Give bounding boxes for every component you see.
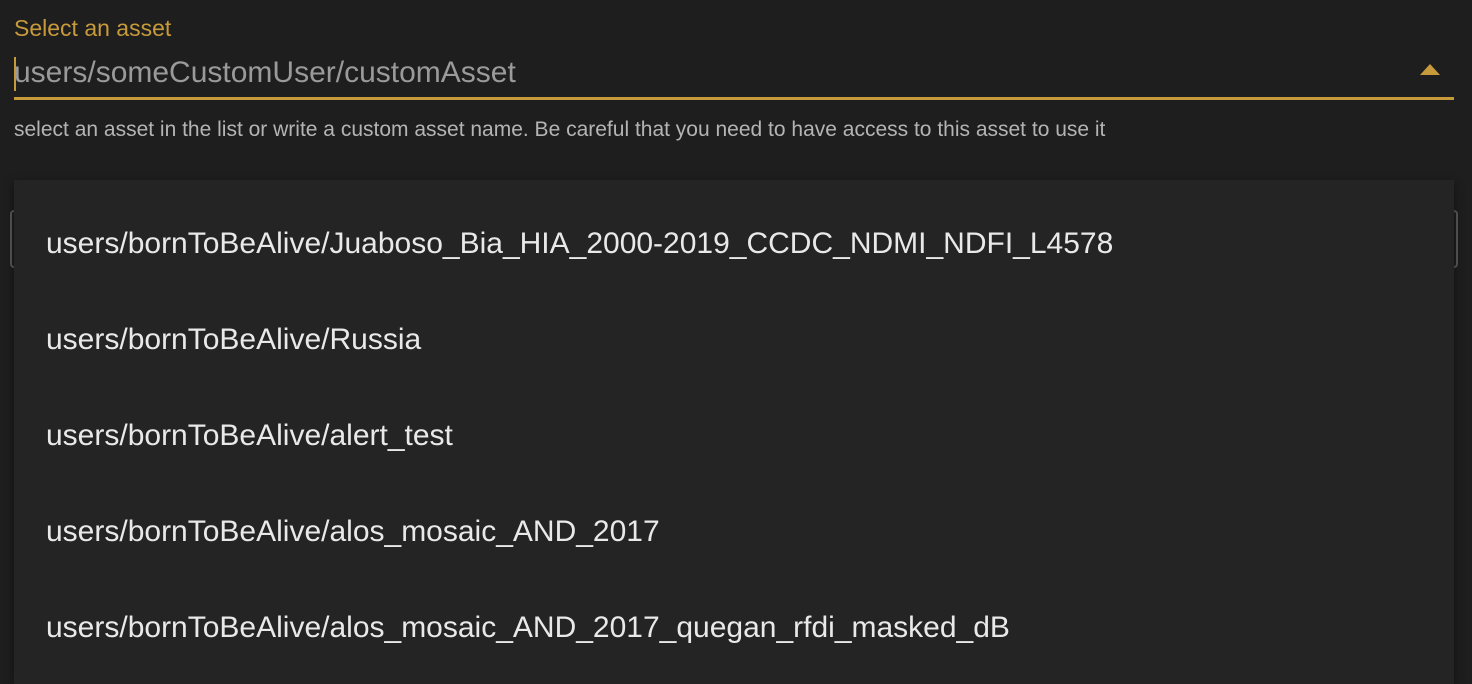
option-label: users/bornToBeAlive/alert_test [46,419,453,452]
option-label: users/bornToBeAlive/Russia [46,323,422,356]
asset-input-value[interactable]: users/someCustomUser/customAsset [14,54,516,92]
asset-dropdown-menu: users/bornToBeAlive/Juaboso_Bia_HIA_2000… [14,180,1454,684]
asset-helper-text: select an asset in the list or write a c… [14,118,1106,141]
dropdown-option[interactable]: users/bornToBeAlive/alos_mosaic_AND_2017… [14,580,1454,676]
asset-field-label: Select an asset [14,15,172,41]
option-label: users/bornToBeAlive/Juaboso_Bia_HIA_2000… [46,227,1114,260]
dropdown-option[interactable]: users/bornToBeAlive/Juaboso_Bia_HIA_2000… [14,196,1454,292]
dropdown-option[interactable]: users/bornToBeAlive/alos_mosaic_AND_2017 [14,484,1454,580]
option-label: users/bornToBeAlive/alos_mosaic_AND_2017 [46,515,660,548]
option-label: users/bornToBeAlive/alos_mosaic_AND_2017… [46,611,1010,644]
dropdown-option[interactable]: users/bornToBeAlive/alert_test [14,388,1454,484]
caret-up-icon[interactable] [1420,64,1440,75]
asset-combobox-input[interactable]: users/someCustomUser/customAsset [14,48,1454,100]
asset-select-screen: Select an asset users/someCustomUser/cus… [0,0,1472,684]
dropdown-option[interactable]: users/bornToBeAlive/Russia [14,292,1454,388]
